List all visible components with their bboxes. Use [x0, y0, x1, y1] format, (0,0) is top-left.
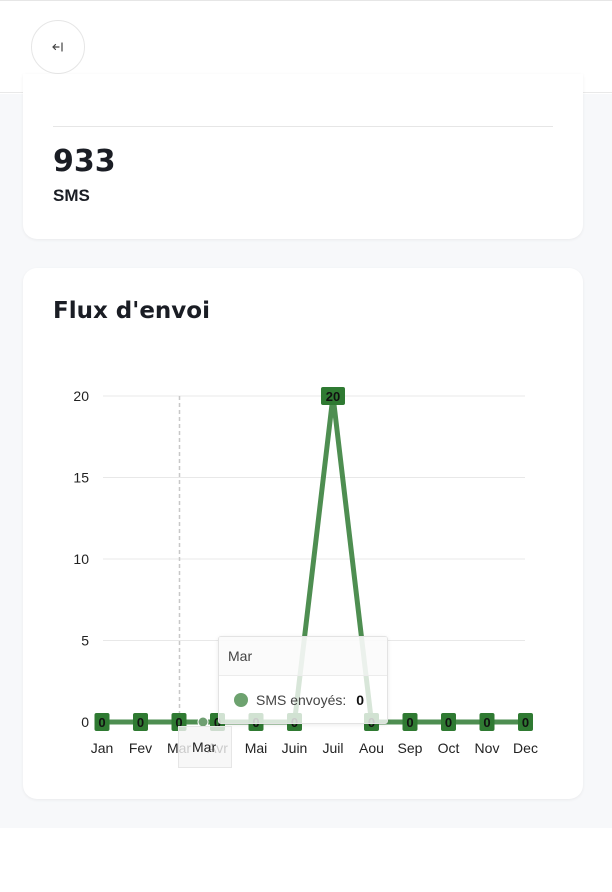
- tooltip-series-label: SMS envoyés:: [256, 692, 347, 708]
- tooltip-category: Mar: [228, 648, 253, 664]
- x-tick-label: Nov: [475, 740, 500, 756]
- data-label: 0: [98, 715, 105, 730]
- tooltip-row: SMS envoyés: 0: [234, 692, 364, 708]
- x-tick-label: Fev: [129, 740, 152, 756]
- y-tick-label: 10: [73, 551, 89, 567]
- tooltip-header: Mar: [219, 637, 387, 676]
- sms-count: 933: [53, 144, 116, 179]
- back-arrow-icon: [52, 42, 63, 52]
- series-marker-icon: [234, 693, 248, 707]
- y-tick-label: 5: [81, 633, 89, 649]
- chart-tooltip: Mar SMS envoyés: 0: [218, 636, 388, 724]
- data-label: 0: [522, 715, 529, 730]
- data-label: 0: [483, 715, 490, 730]
- x-tick-label: Dec: [513, 740, 538, 756]
- crosshair-x-label: Mar: [178, 726, 232, 768]
- tooltip-value: 0: [356, 692, 365, 708]
- stats-card: 933 SMS: [23, 74, 583, 239]
- divider: [53, 126, 553, 127]
- data-label: 0: [137, 715, 144, 730]
- y-tick-label: 0: [81, 714, 89, 730]
- back-button[interactable]: [31, 20, 85, 74]
- x-tick-label: Juin: [282, 740, 308, 756]
- x-tick-label: Sep: [398, 740, 423, 756]
- x-tick-label: Oct: [438, 740, 460, 756]
- data-label: 0: [445, 715, 452, 730]
- crosshair-x-text: Mar: [192, 739, 217, 755]
- x-tick-label: Mai: [245, 740, 268, 756]
- y-tick-label: 15: [73, 470, 89, 486]
- x-tick-label: Aou: [359, 740, 384, 756]
- y-tick-label: 20: [73, 388, 89, 404]
- data-label: 0: [406, 715, 413, 730]
- data-label: 20: [326, 389, 340, 404]
- x-tick-label: Juil: [322, 740, 343, 756]
- chart-card: Flux d'envoi 05101520JanFevMarAvrMaiJuin…: [23, 268, 583, 799]
- main-content: 933 SMS Flux d'envoi 05101520JanFevMarAv…: [0, 74, 612, 828]
- sms-unit-label: SMS: [53, 186, 90, 205]
- x-tick-label: Jan: [91, 740, 114, 756]
